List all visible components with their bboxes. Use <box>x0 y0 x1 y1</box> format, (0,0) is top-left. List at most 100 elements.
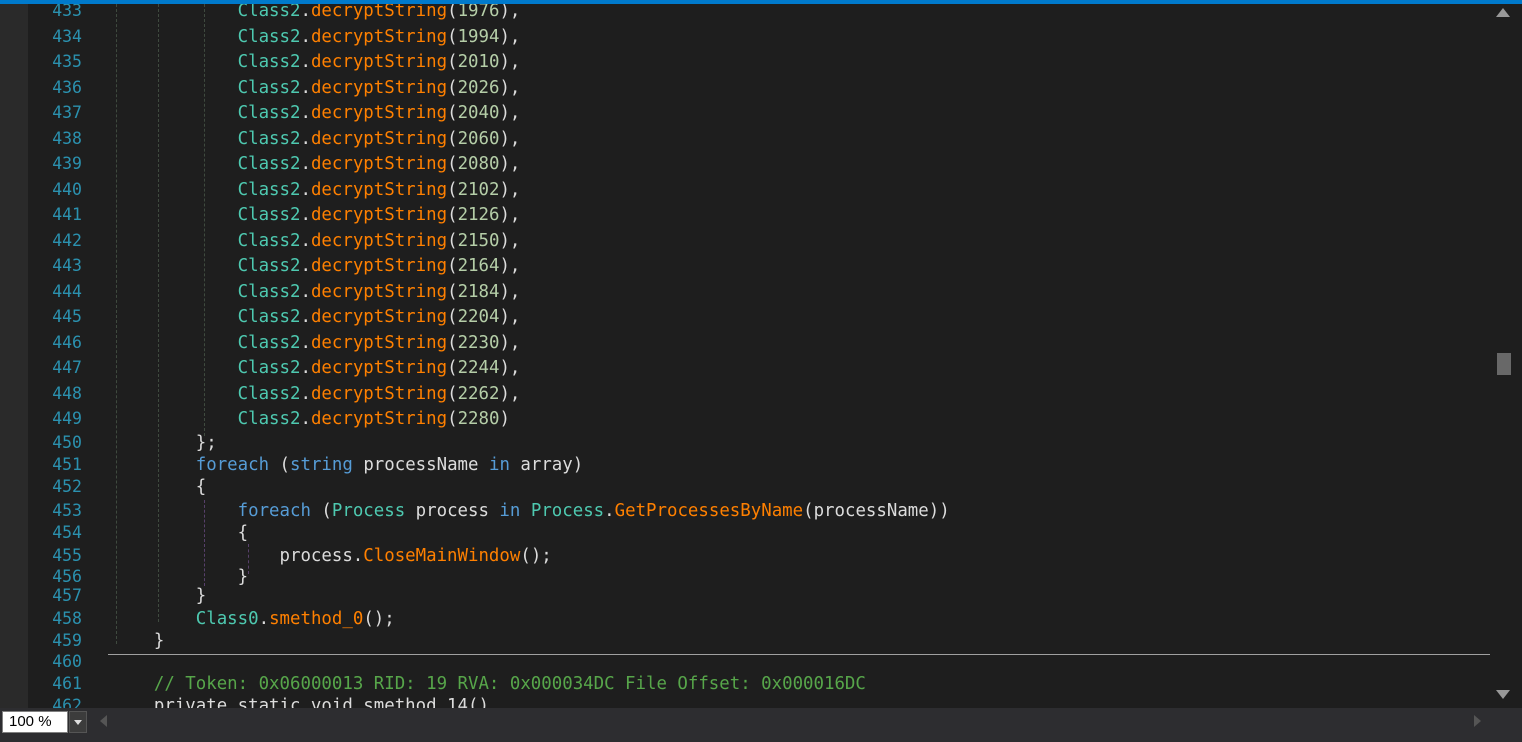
line-number: 459 <box>52 631 82 650</box>
code-text: private static void smethod_14() <box>112 695 489 708</box>
code-token: . <box>300 154 311 174</box>
code-line[interactable]: 459 } <box>0 630 1490 652</box>
code-token: ), <box>499 26 521 47</box>
scroll-left-arrow-icon[interactable] <box>100 715 107 727</box>
code-line[interactable]: 452 { <box>0 476 1490 498</box>
code-token: foreach <box>195 455 270 475</box>
scroll-down-arrow-icon[interactable] <box>1496 690 1510 699</box>
zoom-level-input[interactable]: 100 % <box>2 711 68 733</box>
code-token: ), <box>499 230 521 251</box>
code-token: ), <box>499 52 521 72</box>
code-token: Class2 <box>237 52 301 72</box>
code-line[interactable]: 451 foreach (string processName in array… <box>0 454 1490 476</box>
code-line[interactable]: 440 Class2.decryptString(2102), <box>0 179 1490 201</box>
code-token: ), <box>499 205 521 225</box>
code-line[interactable]: 435 Class2.decryptString(2010), <box>0 51 1490 73</box>
scroll-right-arrow-icon[interactable] <box>1474 715 1481 727</box>
code-token: decryptString <box>310 128 448 149</box>
code-token: ( <box>447 103 458 123</box>
code-token: ( <box>447 77 458 98</box>
code-line[interactable]: 453 foreach (Process process in Process.… <box>0 500 1490 522</box>
code-token: decryptString <box>310 358 448 378</box>
code-line[interactable]: 443 Class2.decryptString(2164), <box>0 255 1490 277</box>
code-line[interactable]: 446 Class2.decryptString(2230), <box>0 332 1490 354</box>
line-number: 454 <box>52 523 82 542</box>
code-text: Class2.decryptString(2040), <box>112 102 521 124</box>
code-token: decryptString <box>310 154 448 174</box>
code-line[interactable]: 437 Class2.decryptString(2040), <box>0 102 1490 124</box>
code-token: . <box>604 501 615 521</box>
code-token: ( <box>447 332 458 353</box>
code-token: . <box>300 77 311 98</box>
code-line[interactable]: 438 Class2.decryptString(2060), <box>0 128 1490 150</box>
code-token: 2262 <box>457 383 500 404</box>
code-token: 2280 <box>457 409 500 429</box>
code-text: Class2.decryptString(2150), <box>112 230 521 252</box>
code-line[interactable]: 448 Class2.decryptString(2262), <box>0 383 1490 405</box>
code-line[interactable]: 454 { <box>0 522 1490 544</box>
code-token: ( <box>447 307 458 327</box>
code-line[interactable]: 445 Class2.decryptString(2204), <box>0 306 1490 328</box>
code-token: process. <box>112 546 364 566</box>
code-token: 2080 <box>457 154 500 174</box>
code-token: Class2 <box>237 383 301 404</box>
code-token: ), <box>499 281 521 302</box>
zoom-dropdown-button[interactable] <box>69 711 87 733</box>
code-token: (); <box>520 546 552 566</box>
code-text: // Token: 0x06000013 RID: 19 RVA: 0x0000… <box>112 673 866 695</box>
code-token: } <box>112 631 165 651</box>
code-token: 1994 <box>457 26 500 47</box>
code-token: Class2 <box>237 26 301 47</box>
code-line[interactable]: 441 Class2.decryptString(2126), <box>0 204 1490 226</box>
code-line[interactable]: 444 Class2.decryptString(2184), <box>0 281 1490 303</box>
code-line[interactable]: 442 Class2.decryptString(2150), <box>0 230 1490 252</box>
code-token: 2060 <box>457 128 500 149</box>
code-token: decryptString <box>310 52 448 72</box>
code-token: ), <box>499 332 521 353</box>
code-line[interactable]: 462 private static void smethod_14() <box>0 695 1490 708</box>
code-text: Class2.decryptString(2060), <box>112 128 521 150</box>
scroll-up-arrow-icon[interactable] <box>1496 8 1510 17</box>
code-token: in <box>488 455 510 475</box>
line-number: 441 <box>52 205 82 224</box>
code-line[interactable]: 436 Class2.decryptString(2026), <box>0 77 1490 99</box>
code-token: ), <box>499 307 521 327</box>
code-token: ( <box>447 26 458 47</box>
code-token: . <box>300 409 311 429</box>
code-line[interactable]: 439 Class2.decryptString(2080), <box>0 153 1490 175</box>
horizontal-scrollbar[interactable] <box>90 710 1490 732</box>
code-token: Class2 <box>237 281 301 302</box>
line-number: 449 <box>52 409 82 428</box>
code-line[interactable]: 461 // Token: 0x06000013 RID: 19 RVA: 0x… <box>0 673 1490 695</box>
code-token: decryptString <box>310 332 448 353</box>
code-line[interactable]: 447 Class2.decryptString(2244), <box>0 357 1490 379</box>
line-number: 443 <box>52 256 82 275</box>
code-editor[interactable]: 433 Class2.decryptString(1976), 434 Class… <box>0 4 1490 708</box>
line-number: 435 <box>52 52 82 71</box>
code-text: Class2.decryptString(1994), <box>112 26 521 48</box>
code-line[interactable]: 458 Class0.smethod_0(); <box>0 608 1490 630</box>
code-line[interactable]: 455 process.CloseMainWindow(); <box>0 545 1490 567</box>
code-text: Class2.decryptString(1976), <box>112 4 521 22</box>
code-token: ( <box>447 383 458 404</box>
chevron-down-icon <box>74 720 82 725</box>
code-token: ( <box>269 455 291 475</box>
code-token: Class2 <box>237 332 301 353</box>
code-token: . <box>300 358 311 378</box>
line-number: 458 <box>52 609 82 628</box>
code-token: ( <box>447 128 458 149</box>
code-token: ( <box>447 4 458 21</box>
code-token: decryptString <box>310 4 448 21</box>
code-line[interactable]: 433 Class2.decryptString(1976), <box>0 4 1490 22</box>
code-line[interactable]: 450 }; <box>0 432 1490 454</box>
code-token: ) <box>499 409 510 429</box>
code-line[interactable]: 449 Class2.decryptString(2280) <box>0 408 1490 430</box>
code-line[interactable]: 434 Class2.decryptString(1994), <box>0 26 1490 48</box>
vertical-scroll-thumb[interactable] <box>1497 353 1511 375</box>
code-line[interactable]: 457 } <box>0 585 1490 607</box>
